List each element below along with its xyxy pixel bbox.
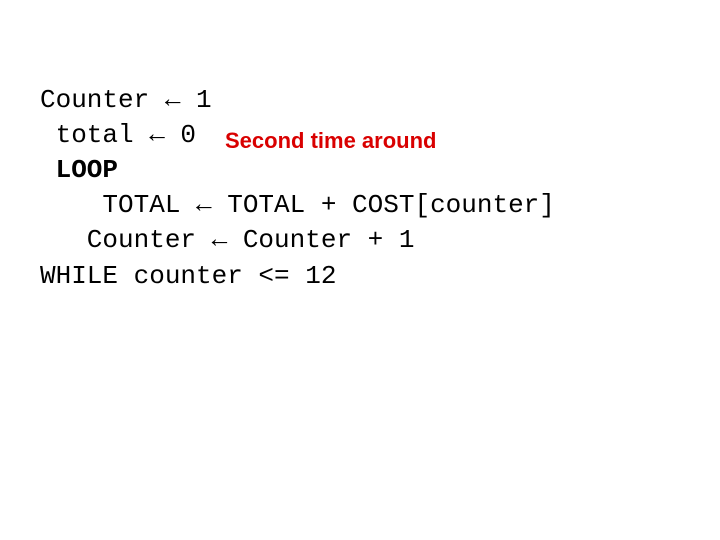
annotation-label: Second time around xyxy=(225,126,436,156)
code-line-4: TOTAL ← TOTAL + COST[counter] xyxy=(40,190,555,220)
pseudocode-block: Counter ← 1 total ← 0 LOOP TOTAL ← TOTAL… xyxy=(40,48,555,294)
code-line-loop: LOOP xyxy=(40,155,118,185)
code-line-5: Counter ← Counter + 1 xyxy=(40,225,414,255)
code-line-6: WHILE counter <= 12 xyxy=(40,261,336,291)
code-line-1: Counter ← 1 xyxy=(40,85,212,115)
code-line-2: total ← 0 xyxy=(40,120,196,150)
slide: Counter ← 1 total ← 0 LOOP TOTAL ← TOTAL… xyxy=(0,0,720,540)
